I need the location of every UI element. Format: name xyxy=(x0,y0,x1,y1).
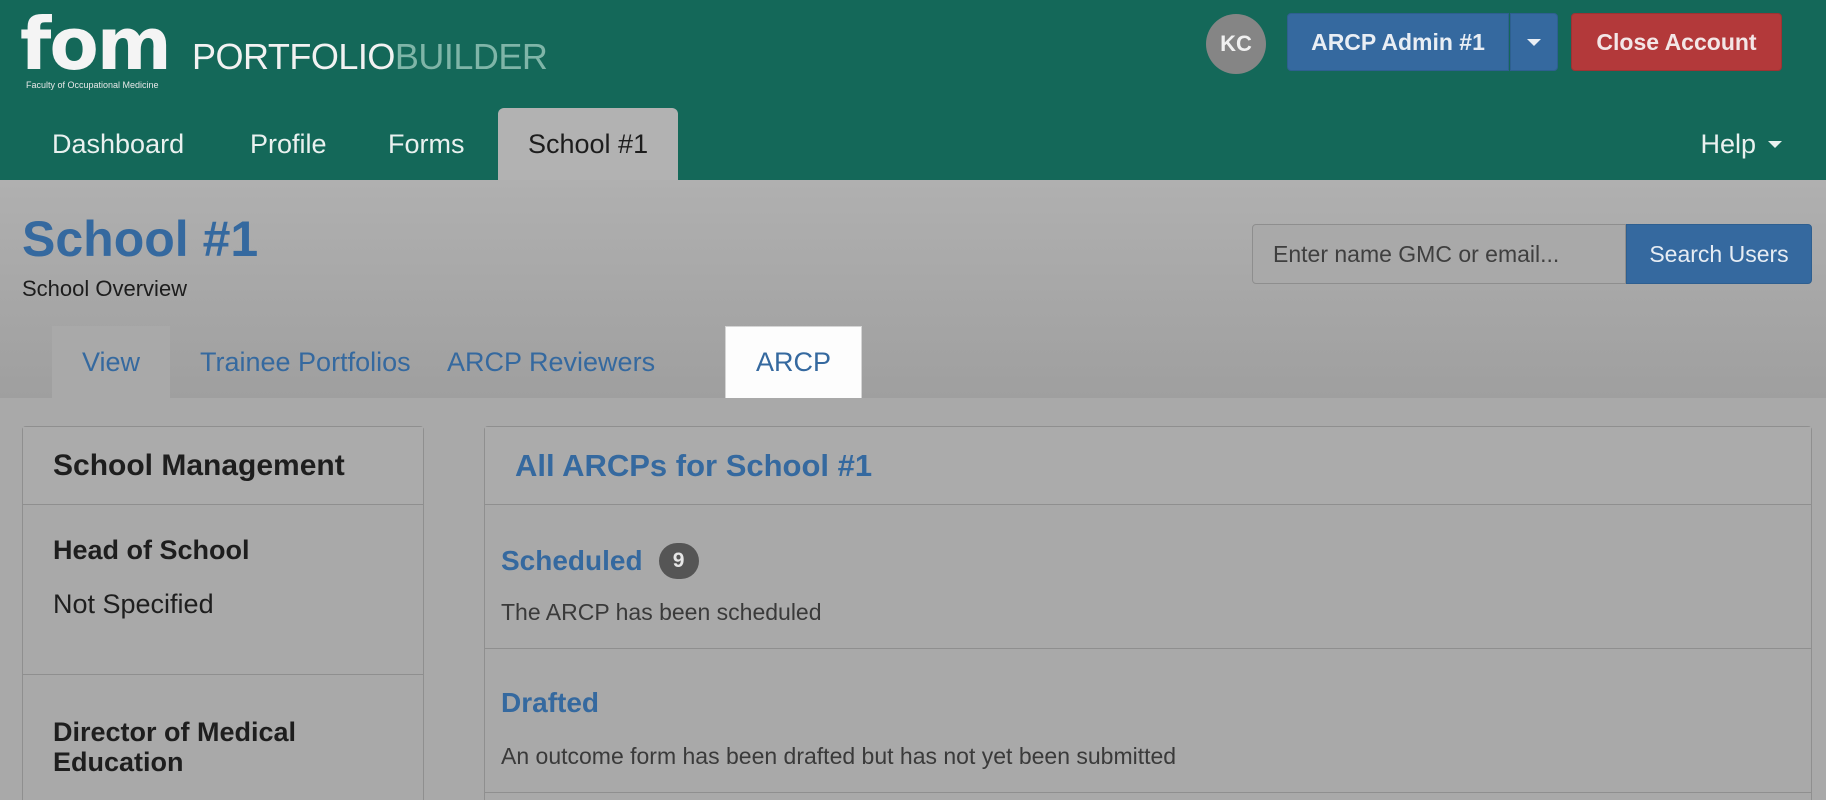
section-heading: Director of Medical Education xyxy=(53,717,297,777)
fom-logo[interactable]: fom Faculty of Occupational Medicine xyxy=(20,2,172,94)
top-header: fom Faculty of Occupational Medicine POR… xyxy=(0,0,1826,180)
brand-title: PORTFOLIOBUILDER xyxy=(192,36,548,78)
status-description: The ARCP has been scheduled xyxy=(501,599,822,625)
status-description: An outcome form has been drafted but has… xyxy=(501,743,1177,769)
user-menu-toggle[interactable] xyxy=(1510,13,1558,71)
chevron-down-icon xyxy=(1527,38,1541,46)
page-title: School #1 xyxy=(22,211,259,267)
status-title: Drafted xyxy=(501,687,599,719)
chevron-down-icon xyxy=(1768,140,1782,148)
section-value: Not Specified xyxy=(53,589,214,619)
search-users-button[interactable]: Search Users xyxy=(1626,224,1812,284)
panel-heading: All ARCPs for School #1 xyxy=(485,427,1811,505)
list-item: Scheduled 9 The ARCP has been scheduled xyxy=(485,505,1811,649)
page-header: School #1 School Overview Search Users V… xyxy=(0,180,1826,398)
brand-part-builder: BUILDER xyxy=(394,36,548,77)
tab-view[interactable]: View xyxy=(52,326,171,398)
count-badge: 9 xyxy=(658,543,699,579)
tab-arcp-reviewers[interactable]: ARCP Reviewers xyxy=(417,326,685,398)
arcps-panel: All ARCPs for School #1 Scheduled 9 The … xyxy=(484,426,1812,800)
tab-trainee-portfolios[interactable]: Trainee Portfolios xyxy=(170,326,441,398)
help-label: Help xyxy=(1700,128,1756,159)
panel-heading: School Management xyxy=(23,427,423,505)
status-title: Scheduled 9 xyxy=(501,543,699,579)
close-account-button[interactable]: Close Account xyxy=(1571,13,1782,71)
director-section: Director of Medical Education xyxy=(23,675,423,777)
user-avatar[interactable]: KC xyxy=(1206,14,1266,74)
nav-item-forms[interactable]: Forms xyxy=(358,108,495,180)
logo-subtitle: Faculty of Occupational Medicine xyxy=(26,80,159,90)
section-heading: Head of School xyxy=(53,535,250,565)
main-nav: Dashboard Profile Forms School #1 xyxy=(0,108,1826,180)
nav-item-dashboard[interactable]: Dashboard xyxy=(22,108,214,180)
search-input[interactable] xyxy=(1252,224,1626,284)
status-link-scheduled[interactable]: Scheduled xyxy=(501,545,643,577)
head-of-school-section: Head of School Not Specified xyxy=(23,505,423,675)
tab-arcp[interactable]: ARCP xyxy=(725,326,863,398)
school-management-panel: School Management Head of School Not Spe… xyxy=(22,426,424,800)
nav-item-profile[interactable]: Profile xyxy=(220,108,357,180)
page-subtitle: School Overview xyxy=(22,276,188,301)
status-link-drafted[interactable]: Drafted xyxy=(501,687,599,719)
logo-wordmark: fom xyxy=(20,2,172,86)
brand-part-portfolio: PORTFOLIO xyxy=(192,36,395,77)
list-item: Drafted An outcome form has been drafted… xyxy=(485,649,1811,793)
nav-item-school[interactable]: School #1 xyxy=(498,108,679,180)
user-menu-button[interactable]: ARCP Admin #1 xyxy=(1287,13,1509,71)
help-menu[interactable]: Help xyxy=(1700,108,1782,180)
